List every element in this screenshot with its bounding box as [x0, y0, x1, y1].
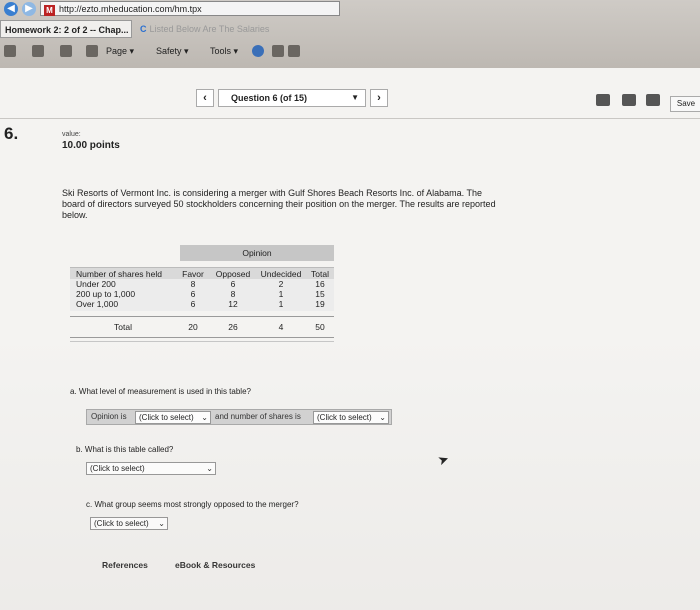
table-cell: 12	[228, 299, 238, 309]
notes-icon[interactable]	[646, 94, 660, 106]
question-selector[interactable]: Question 6 (of 15) ▼	[218, 89, 366, 107]
research-icon[interactable]	[272, 45, 284, 57]
part-b-question: b. What is this table called?	[76, 445, 174, 454]
question-prompt: Ski Resorts of Vermont Inc. is consideri…	[62, 188, 496, 220]
select-value: (Click to select)	[90, 464, 145, 473]
table-row: Over 1,000 6 12 1 19	[70, 299, 334, 309]
question-number: 6.	[4, 124, 19, 143]
chevron-down-icon: ⌄	[206, 464, 213, 473]
home-icon[interactable]	[4, 45, 16, 57]
mouse-cursor-icon: ➤	[435, 450, 451, 469]
table-cell: 19	[315, 299, 325, 309]
chevron-down-icon: ⌄	[379, 413, 386, 422]
table-cell: 16	[315, 279, 325, 289]
table-cell: Under 200	[76, 279, 116, 289]
site-favicon-icon: M	[44, 5, 55, 16]
table-cell: Total	[114, 322, 132, 332]
tab-favicon-icon: C	[140, 24, 147, 34]
calculator-icon[interactable]	[596, 94, 610, 106]
shares-level-select[interactable]: (Click to select) ⌄	[313, 411, 389, 424]
select-value: (Click to select)	[317, 413, 372, 422]
browser-chrome: ◀ ▶ Mhttp://ezto.mheducation.com/hm.tpx …	[0, 0, 700, 68]
value-label: value:	[62, 131, 81, 138]
chevron-down-icon: ▼	[351, 93, 359, 102]
table-cell: 6	[190, 289, 196, 299]
settings-icon[interactable]	[288, 45, 300, 57]
table-cell: 200 up to 1,000	[76, 289, 136, 299]
table-cell: 6	[190, 299, 196, 309]
feeds-icon[interactable]	[32, 45, 44, 57]
back-button[interactable]: ◀	[4, 2, 18, 16]
table-rule	[70, 337, 334, 338]
address-bar[interactable]: Mhttp://ezto.mheducation.com/hm.tpx	[40, 1, 340, 16]
table-cell: 1	[278, 299, 284, 309]
tab-homework-label: Homework 2: 2 of 2 -- Chap...	[5, 25, 129, 35]
opinion-level-select[interactable]: (Click to select) ⌄	[135, 411, 211, 424]
prev-question-button[interactable]: ‹	[196, 89, 214, 107]
table-row: 200 up to 1,000 6 8 1 15	[70, 289, 334, 299]
tab-salaries-label: Listed Below Are The Salaries	[149, 24, 270, 34]
print-question-icon[interactable]	[622, 94, 636, 106]
part-c-question: c. What group seems most strongly oppose…	[86, 500, 299, 509]
table-cell: 1	[278, 289, 284, 299]
tab-row: Homework 2: 2 of 2 -- Chap...× CListed B…	[0, 20, 700, 38]
opinion-group-header: Opinion	[180, 245, 334, 261]
table-rule	[70, 316, 334, 317]
forward-button[interactable]: ▶	[22, 2, 36, 16]
table-cell: 6	[230, 279, 236, 289]
chevron-down-icon: ⌄	[158, 519, 165, 528]
tools-menu[interactable]: Tools ▾	[210, 44, 238, 58]
tab-salaries[interactable]: C Listed Below Are The Salaries	[136, 20, 286, 38]
select-value: (Click to select)	[94, 519, 149, 528]
print-icon[interactable]	[86, 45, 98, 57]
table-cell: 15	[315, 289, 325, 299]
help-icon[interactable]	[252, 45, 264, 57]
table-rule	[70, 341, 334, 342]
table-cell: 20	[188, 322, 198, 332]
points-value: 10.00 points	[62, 140, 120, 151]
ebook-resources-link[interactable]: eBook & Resources	[175, 560, 255, 570]
table-cell: 2	[278, 279, 284, 289]
table-cell: Over 1,000	[76, 299, 119, 309]
command-bar: Page ▾ Safety ▾ Tools ▾	[0, 40, 700, 62]
next-question-button[interactable]: ›	[370, 89, 388, 107]
address-row: ◀ ▶ Mhttp://ezto.mheducation.com/hm.tpx	[0, 0, 700, 18]
answer-a-prefix: Opinion is	[91, 412, 127, 421]
answer-a-container: Opinion is (Click to select) ⌄ and numbe…	[86, 409, 392, 425]
table-cell: 4	[278, 322, 284, 332]
table-row: Under 200 8 6 2 16	[70, 279, 334, 289]
answer-a-middle: and number of shares is	[215, 412, 301, 421]
part-a-question: a. What level of measurement is used in …	[70, 387, 251, 396]
chevron-down-icon: ⌄	[201, 413, 208, 422]
page-menu[interactable]: Page ▾	[106, 44, 134, 58]
question-selector-label: Question 6 (of 15)	[231, 93, 308, 103]
select-value: (Click to select)	[139, 413, 194, 422]
table-total-row: Total 20 26 4 50	[70, 322, 334, 332]
save-button[interactable]: Save	[670, 96, 700, 112]
table-type-select[interactable]: (Click to select) ⌄	[86, 462, 216, 475]
divider	[0, 118, 700, 119]
opposed-group-select[interactable]: (Click to select) ⌄	[90, 517, 168, 530]
table-cell: 8	[190, 279, 196, 289]
url-text: http://ezto.mheducation.com/hm.tpx	[59, 4, 202, 14]
tab-homework[interactable]: Homework 2: 2 of 2 -- Chap...×	[0, 20, 132, 38]
references-link[interactable]: References	[102, 560, 148, 570]
table-cell: 50	[315, 322, 325, 332]
table-cell: 26	[228, 322, 238, 332]
question-nav: ‹ Question 6 (of 15) ▼ ›	[0, 80, 700, 120]
mail-icon[interactable]	[60, 45, 72, 57]
safety-menu[interactable]: Safety ▾	[156, 44, 189, 58]
table-cell: 8	[230, 289, 236, 299]
